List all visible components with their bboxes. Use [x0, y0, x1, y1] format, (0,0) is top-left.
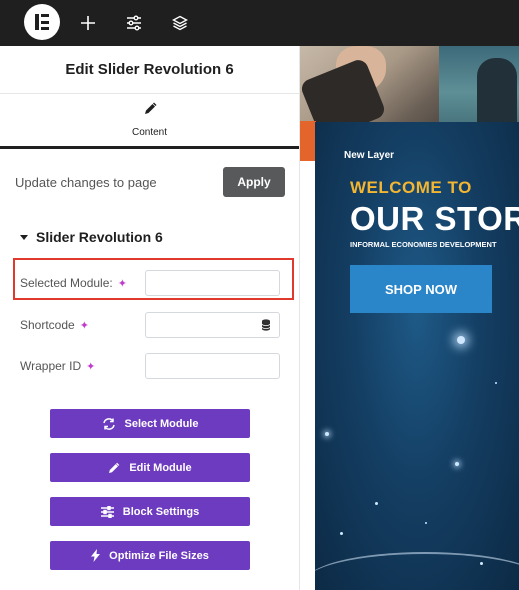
selected-module-label: Selected Module:	[20, 276, 113, 290]
shortcode-input[interactable]	[145, 312, 253, 338]
bolt-icon	[91, 549, 101, 562]
field-label: Shortcode ✦	[20, 318, 89, 332]
optimize-file-sizes-button[interactable]: Optimize File Sizes	[50, 541, 250, 570]
tab-label: Content	[131, 127, 168, 138]
section-title: Slider Revolution 6	[36, 229, 163, 245]
select-module-label: Select Module	[124, 417, 199, 430]
shortcode-field: Shortcode ✦	[20, 312, 280, 338]
subline-text: INFORMAL ECONOMIES DEVELOPMENT	[350, 240, 497, 249]
apply-button[interactable]: Apply	[223, 167, 285, 197]
wrapper-id-input[interactable]	[145, 353, 280, 379]
section-header[interactable]: Slider Revolution 6	[20, 229, 163, 245]
page-preview: New Layer WELCOME TO OUR STOR INFORMAL E…	[300, 46, 519, 590]
pencil-icon	[143, 102, 157, 121]
panel-title: Edit Slider Revolution 6	[0, 46, 299, 94]
selected-module-input[interactable]	[145, 270, 280, 296]
field-label: Wrapper ID ✦	[20, 359, 95, 373]
block-settings-label: Block Settings	[122, 505, 200, 518]
top-toolbar	[0, 0, 519, 46]
apply-row: Update changes to page Apply	[0, 167, 300, 197]
pencil-icon	[108, 462, 120, 474]
sliders-icon	[100, 505, 114, 518]
optimize-file-sizes-label: Optimize File Sizes	[109, 549, 209, 562]
select-module-button[interactable]: Select Module	[50, 409, 250, 438]
ai-sparkle-icon[interactable]: ✦	[86, 360, 95, 373]
editor-panel: Edit Slider Revolution 6 Content Update …	[0, 46, 300, 590]
ai-sparkle-icon[interactable]: ✦	[118, 277, 127, 290]
wrapper-id-field: Wrapper ID ✦	[20, 353, 280, 379]
orange-accent	[300, 121, 316, 161]
layer-label: New Layer	[344, 150, 395, 161]
wrapper-id-label: Wrapper ID	[20, 359, 82, 373]
refresh-icon	[102, 417, 116, 430]
update-text: Update changes to page	[15, 175, 157, 190]
welcome-text: WELCOME TO	[350, 178, 472, 197]
elementor-logo-icon[interactable]	[24, 4, 60, 40]
shop-now-button[interactable]: SHOP NOW	[350, 265, 492, 313]
layers-icon[interactable]	[168, 11, 192, 35]
sliders-icon[interactable]	[122, 11, 146, 35]
field-label: Selected Module: ✦	[20, 276, 127, 290]
headline-text: OUR STOR	[350, 200, 519, 237]
block-settings-button[interactable]: Block Settings	[50, 497, 250, 526]
database-icon[interactable]	[252, 312, 280, 338]
tab-content[interactable]: Content	[0, 94, 299, 149]
plus-icon[interactable]	[76, 11, 100, 35]
selected-module-field: Selected Module: ✦	[20, 270, 280, 296]
caret-down-icon	[20, 234, 28, 240]
slider-module[interactable]: New Layer WELCOME TO OUR STOR INFORMAL E…	[315, 122, 519, 590]
ai-sparkle-icon[interactable]: ✦	[80, 319, 89, 332]
shortcode-label: Shortcode	[20, 318, 75, 332]
edit-module-label: Edit Module	[129, 461, 192, 474]
edit-module-button[interactable]: Edit Module	[50, 453, 250, 482]
